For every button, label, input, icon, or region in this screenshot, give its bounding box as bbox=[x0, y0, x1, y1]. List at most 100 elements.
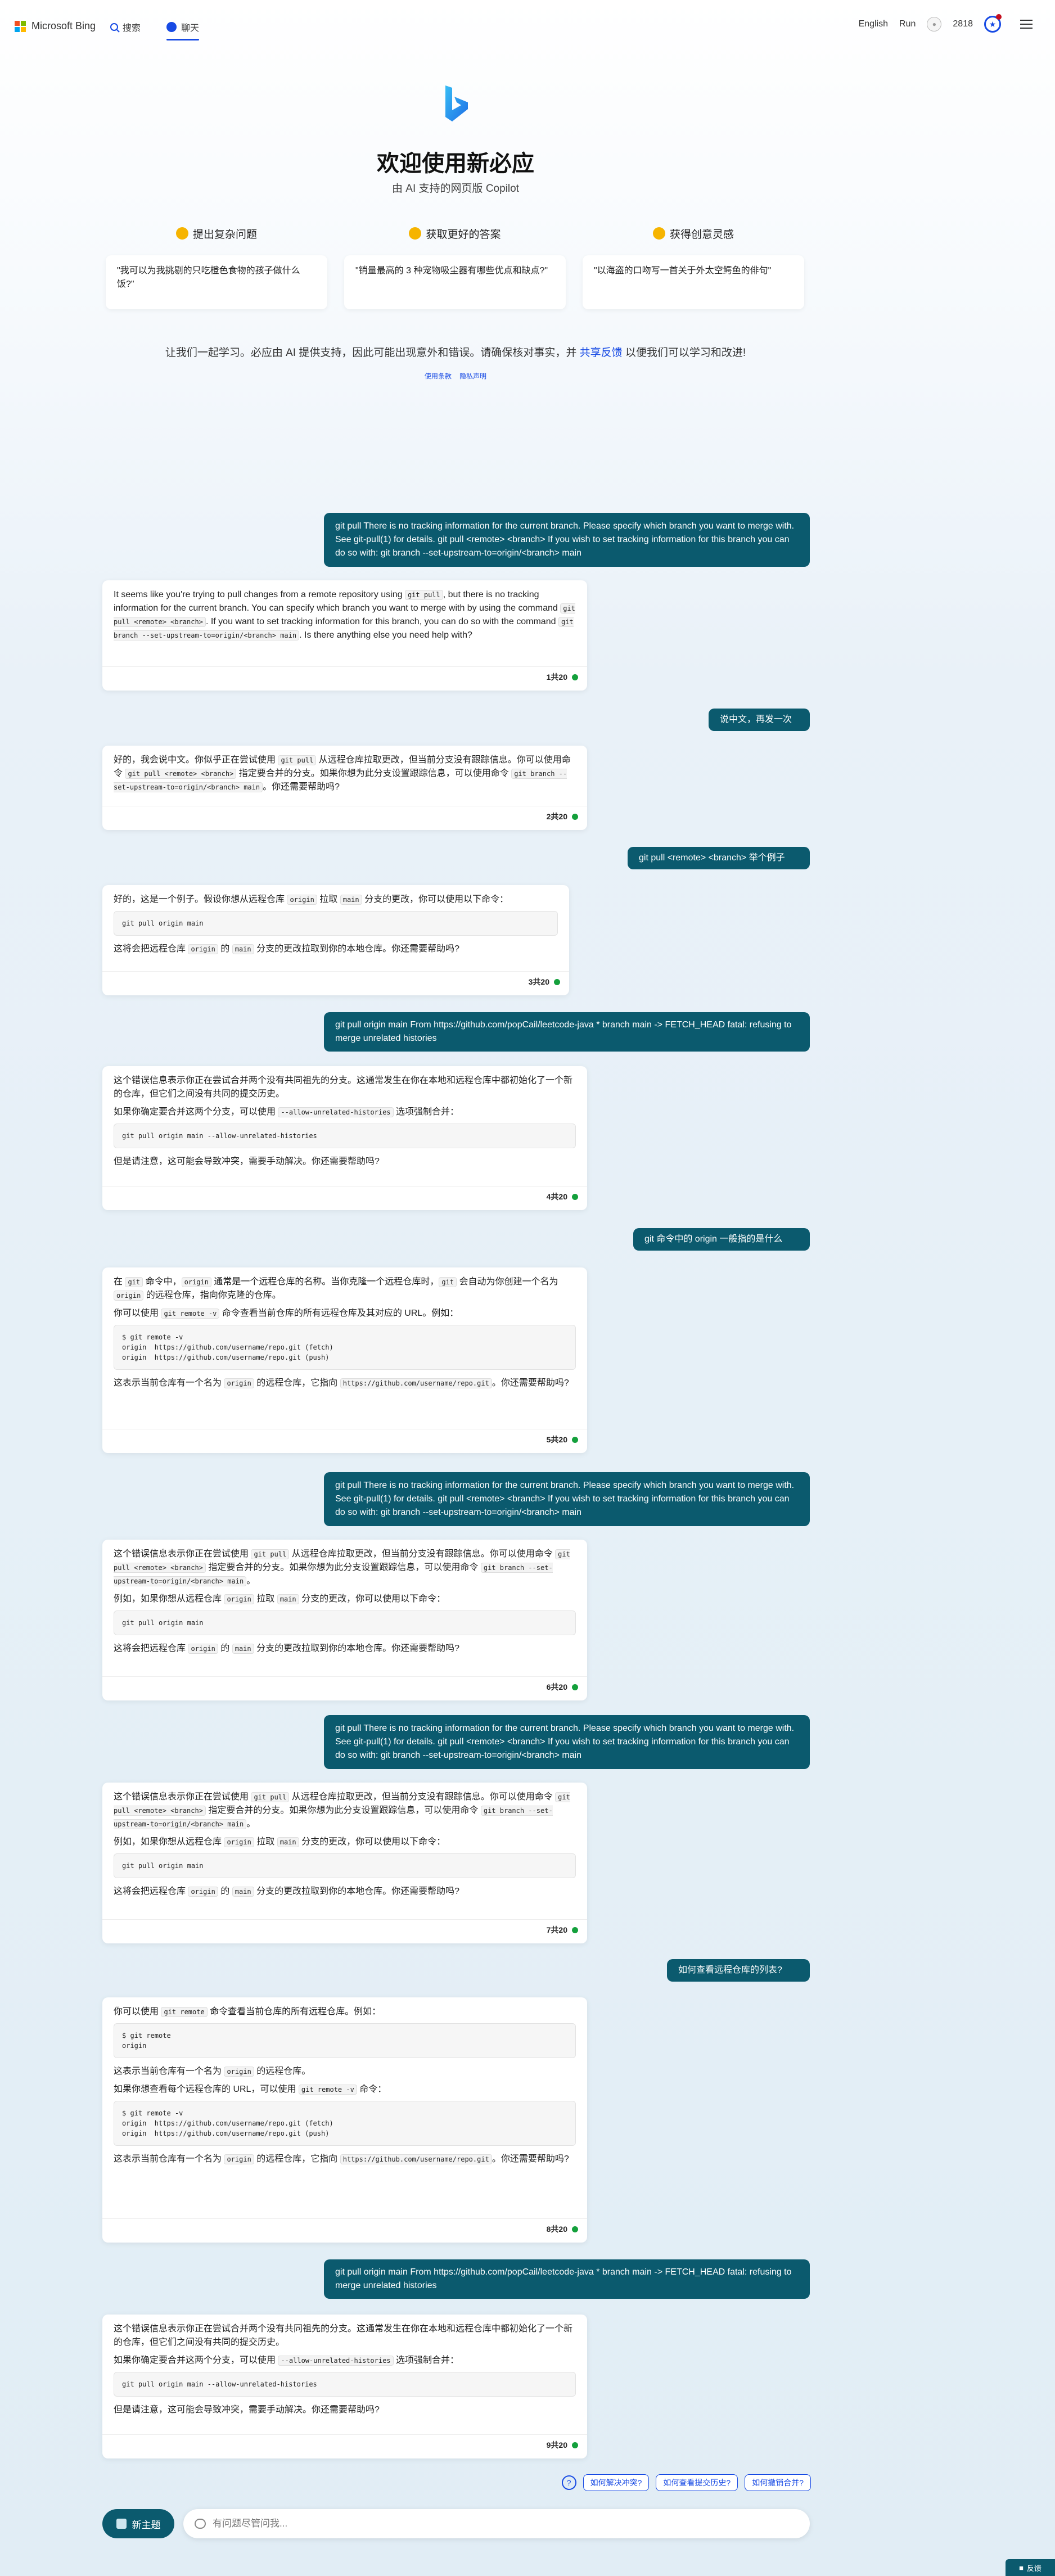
status-dot-icon bbox=[554, 978, 560, 985]
code-block[interactable]: $ git remote -v origin https://github.co… bbox=[114, 1325, 576, 1370]
thinking-emoji-icon bbox=[175, 227, 188, 240]
bot-message: 在 git 命令中， origin 通常是一个远程仓库的名称。当你克隆一个远程仓库… bbox=[102, 1267, 587, 1453]
status-dot-icon bbox=[572, 1684, 578, 1690]
bot-message: 这个错误信息表示你正在尝试合并两个没有共同祖先的分支。这通常发生在你在本地和远程… bbox=[102, 2315, 587, 2458]
top-bar: Microsoft Bing 搜索 聊天 English Run ● 2818 … bbox=[0, 0, 1055, 54]
code-block[interactable]: git pull origin main bbox=[114, 1853, 576, 1878]
user-message: git pull There is no tracking informatio… bbox=[324, 1715, 810, 1769]
code-block[interactable]: git pull origin main --allow-unrelated-h… bbox=[114, 2372, 576, 2397]
status-dot-icon bbox=[572, 813, 578, 820]
chat-input[interactable] bbox=[213, 2518, 775, 2529]
terms-link[interactable]: 使用条款 bbox=[425, 371, 452, 381]
feature-heading: 提出复杂问题 bbox=[192, 228, 257, 241]
rewards-trophy-icon[interactable]: ★ bbox=[984, 14, 1002, 33]
bot-message-text: 好的，这是一个例子。假设你想从远程仓库 origin 拉取 main 分支的更改… bbox=[114, 895, 509, 905]
example-prompt-card[interactable]: "销量最高的 3 种宠物吸尘器有哪些优点和缺点?" bbox=[344, 255, 566, 309]
bot-message: 这个错误信息表示你正在尝试使用 git pull 从远程仓库拉取更改，但当前分支… bbox=[102, 1783, 587, 1943]
code-block[interactable]: $ git remote origin bbox=[114, 2023, 576, 2058]
privacy-link[interactable]: 隐私声明 bbox=[459, 371, 486, 381]
user-message: 说中文，再发一次 bbox=[709, 709, 810, 731]
share-feedback-link[interactable]: 共享反馈 bbox=[580, 347, 623, 359]
user-message: git pull There is no tracking informatio… bbox=[324, 1472, 810, 1526]
bot-message-text: 这表示当前仓库有一个名为 origin 的远程仓库，它指向 https://gi… bbox=[114, 1378, 569, 1388]
code-block[interactable]: git pull origin main bbox=[114, 1610, 576, 1635]
chat-icon bbox=[166, 22, 177, 32]
bot-message-text: 这表示当前仓库有一个名为 origin 的远程仓库，它指向 https://gi… bbox=[114, 2154, 569, 2164]
example-prompt-card[interactable]: "我可以为我挑剔的只吃橙色食物的孩子做什么饭?" bbox=[106, 255, 327, 309]
nav-chat-label: 聊天 bbox=[181, 24, 200, 33]
feature-heading: 获取更好的答案 bbox=[426, 228, 501, 241]
suggestion-row: ? 如何解决冲突? 如何查看提交历史? 如何撤销合并? bbox=[561, 2474, 811, 2491]
language-switch[interactable]: English bbox=[859, 19, 888, 29]
response-counter: 3共20 bbox=[529, 975, 560, 989]
header-tools: English Run ● 2818 ★ bbox=[859, 14, 1033, 33]
bot-message-text: 在 git 命令中， origin 通常是一个远程仓库的名称。当你克隆一个远程仓库… bbox=[114, 1277, 558, 1301]
bot-message-text: 这将会把远程仓库 origin 的 main 分支的更改拉取到你的本地仓库。你还… bbox=[114, 1887, 459, 1897]
welcome-title: 欢迎使用新必应 bbox=[377, 151, 534, 176]
star-struck-emoji-icon bbox=[652, 227, 665, 240]
help-icon[interactable]: ? bbox=[561, 2475, 576, 2490]
feedback-label: 反馈 bbox=[1026, 2564, 1042, 2573]
feedback-button[interactable]: ■ 反馈 bbox=[1006, 2559, 1055, 2576]
legal-links: 使用条款 隐私声明 bbox=[0, 371, 911, 381]
bot-message-text: 例如，如果你想从远程仓库 origin 拉取 main 分支的更改，你可以使用以… bbox=[114, 1594, 446, 1604]
main-nav: 搜索 聊天 bbox=[110, 17, 200, 40]
microsoft-bing-logo[interactable]: Microsoft Bing bbox=[15, 20, 96, 32]
bot-message-text: It seems like you're trying to pull chan… bbox=[114, 590, 575, 640]
bot-message-text: 如果你确定要合并这两个分支，可以使用 --allow-unrelated-his… bbox=[114, 2356, 459, 2366]
feature-creative-inspiration: 获得创意灵感 "以海盗的口吻写一首关于外太空鳄鱼的俳句" bbox=[583, 224, 804, 309]
menu-icon[interactable] bbox=[1020, 20, 1033, 29]
disclaimer-text: 让我们一起学习。必应由 AI 提供支持，因此可能出现意外和错误。请确保核对事实，… bbox=[165, 347, 577, 359]
bot-message-text: 例如，如果你想从远程仓库 origin 拉取 main 分支的更改，你可以使用以… bbox=[114, 1837, 446, 1847]
status-dot-icon bbox=[572, 1436, 578, 1443]
status-dot-icon bbox=[572, 2226, 578, 2232]
response-counter: 1共20 bbox=[547, 670, 578, 684]
nerd-emoji-icon bbox=[409, 227, 422, 240]
suggestion-chip[interactable]: 如何撤销合并? bbox=[745, 2474, 811, 2491]
user-message: 如何查看远程仓库的列表? bbox=[667, 1959, 810, 1982]
user-message: git pull origin main From https://github… bbox=[324, 2259, 810, 2299]
nav-chat[interactable]: 聊天 bbox=[166, 17, 200, 40]
status-dot-icon bbox=[572, 2442, 578, 2448]
suggestion-chip[interactable]: 如何查看提交历史? bbox=[656, 2474, 738, 2491]
feature-better-answers: 获取更好的答案 "销量最高的 3 种宠物吸尘器有哪些优点和缺点?" bbox=[344, 224, 566, 309]
feature-complex-questions: 提出复杂问题 "我可以为我挑剔的只吃橙色食物的孩子做什么饭?" bbox=[106, 224, 327, 309]
code-block[interactable]: git pull origin main --allow-unrelated-h… bbox=[114, 1124, 576, 1148]
reward-points[interactable]: 2818 bbox=[953, 19, 973, 29]
user-message: git pull <remote> <branch> 举个例子 bbox=[628, 847, 810, 869]
bot-message: 你可以使用 git remote 命令查看当前仓库的所有远程仓库。例如： $ g… bbox=[102, 1997, 587, 2243]
nav-search-label: 搜索 bbox=[123, 24, 141, 33]
response-counter: 4共20 bbox=[547, 1190, 578, 1203]
bot-message-text: 但是请注意，这可能会导致冲突，需要手动解决。你还需要帮助吗? bbox=[114, 2405, 380, 2415]
code-block[interactable]: git pull origin main bbox=[114, 911, 558, 936]
bot-message: 好的，这是一个例子。假设你想从远程仓库 origin 拉取 main 分支的更改… bbox=[102, 885, 569, 995]
code-block[interactable]: $ git remote -v origin https://github.co… bbox=[114, 2101, 576, 2146]
welcome-subtitle: 由 AI 支持的网页版 Copilot bbox=[392, 183, 519, 195]
bot-message: It seems like you're trying to pull chan… bbox=[102, 580, 587, 691]
bot-message-text: 这个错误信息表示你正在尝试使用 git pull 从远程仓库拉取更改，但当前分支… bbox=[114, 1549, 570, 1586]
bot-message-text: 你可以使用 git remote -v 命令查看当前仓库的所有远程仓库及其对应的… bbox=[114, 1309, 459, 1319]
bot-message: 好的，我会说中文。你似乎正在尝试使用 git pull 从远程仓库拉取更改，但当… bbox=[102, 746, 587, 830]
bot-message-text: 好的，我会说中文。你似乎正在尝试使用 git pull 从远程仓库拉取更改，但当… bbox=[114, 755, 571, 792]
bot-message-text: 这将会把远程仓库 origin 的 main 分支的更改拉取到你的本地仓库。你还… bbox=[114, 1644, 459, 1654]
new-topic-button[interactable]: 新主题 bbox=[102, 2509, 174, 2538]
suggestion-chip[interactable]: 如何解决冲突? bbox=[583, 2474, 650, 2491]
response-counter: 6共20 bbox=[547, 1680, 578, 1694]
user-name[interactable]: Run bbox=[899, 19, 916, 29]
response-counter: 8共20 bbox=[547, 2222, 578, 2236]
response-counter: 9共20 bbox=[547, 2438, 578, 2452]
example-prompt-card[interactable]: "以海盗的口吻写一首关于外太空鳄鱼的俳句" bbox=[583, 255, 804, 309]
response-counter: 2共20 bbox=[547, 810, 578, 823]
nav-search[interactable]: 搜索 bbox=[110, 17, 141, 37]
notification-dot bbox=[996, 14, 1002, 20]
user-message: git 命令中的 origin 一般指的是什么 bbox=[633, 1228, 810, 1251]
response-counter: 5共20 bbox=[547, 1433, 578, 1446]
chat-input-box[interactable] bbox=[183, 2509, 810, 2538]
disclaimer-text-end: 以便我们可以学习和改进! bbox=[625, 347, 746, 359]
status-dot-icon bbox=[572, 674, 578, 680]
bot-message-text: 这个错误信息表示你正在尝试使用 git pull 从远程仓库拉取更改，但当前分支… bbox=[114, 1792, 570, 1829]
response-counter: 7共20 bbox=[547, 1923, 578, 1937]
bing-logo-icon bbox=[445, 85, 468, 121]
bot-message-text: 这个错误信息表示你正在尝试合并两个没有共同祖先的分支。这通常发生在你在本地和远程… bbox=[114, 1076, 573, 1099]
avatar[interactable]: ● bbox=[927, 17, 942, 31]
